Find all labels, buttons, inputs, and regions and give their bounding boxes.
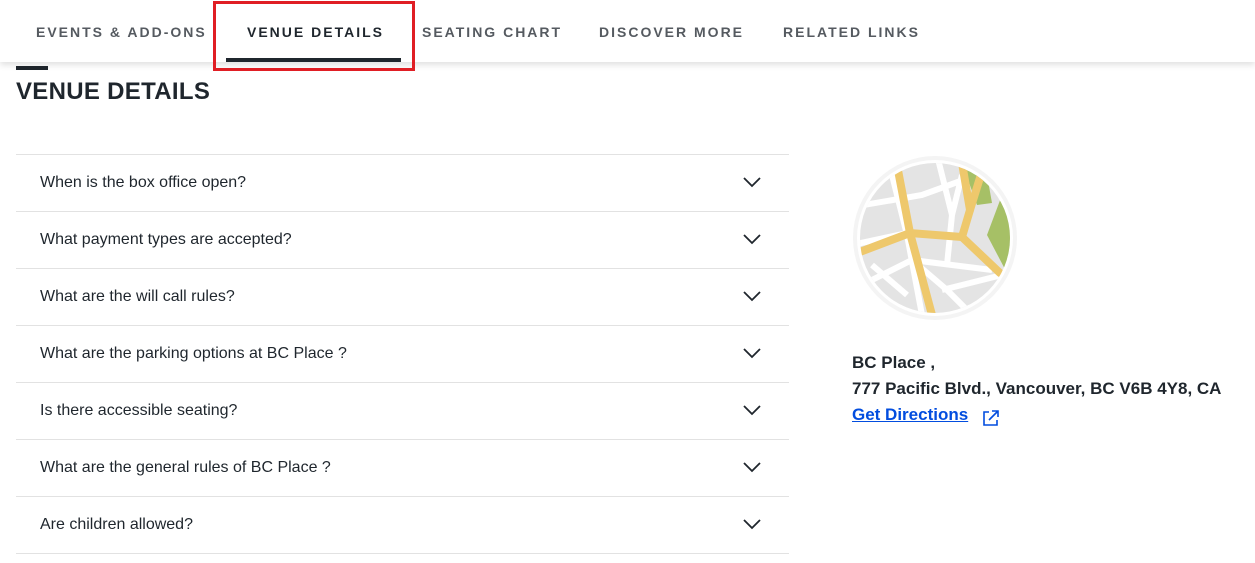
external-link-icon[interactable] bbox=[981, 409, 1000, 428]
faq-item[interactable]: What are the general rules of BC Place ? bbox=[16, 440, 789, 497]
faq-question: When is the box office open? bbox=[40, 174, 247, 191]
faq-item[interactable]: Is there accessible seating? bbox=[16, 383, 789, 440]
tab-seating-chart[interactable]: SEATING CHART bbox=[422, 0, 562, 62]
faq-question: What are the general rules of BC Place ? bbox=[40, 459, 331, 476]
faq-item[interactable]: What payment types are accepted? bbox=[16, 212, 789, 269]
get-directions-link[interactable]: Get Directions bbox=[852, 405, 968, 425]
faq-question: What are the parking options at BC Place… bbox=[40, 345, 347, 362]
chevron-down-icon[interactable] bbox=[743, 176, 761, 188]
chevron-down-icon[interactable] bbox=[743, 518, 761, 530]
tab-related-links[interactable]: RELATED LINKS bbox=[783, 0, 920, 62]
faq-item[interactable]: When is the box office open? bbox=[16, 155, 789, 212]
faq-accordion: When is the box office open? What paymen… bbox=[16, 154, 789, 554]
map-icon[interactable] bbox=[852, 155, 1018, 321]
tab-bar: EVENTS & ADD-ONS VENUE DETAILS SEATING C… bbox=[0, 0, 1255, 62]
section-title: VENUE DETAILS bbox=[16, 78, 211, 105]
section-accent-bar bbox=[16, 66, 48, 70]
faq-question: Is there accessible seating? bbox=[40, 402, 238, 419]
faq-question: What payment types are accepted? bbox=[40, 231, 292, 248]
faq-item[interactable]: What are the parking options at BC Place… bbox=[16, 326, 789, 383]
active-tab-indicator bbox=[226, 58, 401, 62]
faq-question: Are children allowed? bbox=[40, 516, 193, 533]
venue-address: 777 Pacific Blvd., Vancouver, BC V6B 4Y8… bbox=[852, 379, 1222, 398]
faq-item[interactable]: Are children allowed? bbox=[16, 497, 789, 554]
venue-name: BC Place , bbox=[852, 353, 936, 372]
chevron-down-icon[interactable] bbox=[743, 404, 761, 416]
tab-events-add-ons[interactable]: EVENTS & ADD-ONS bbox=[36, 0, 207, 62]
chevron-down-icon[interactable] bbox=[743, 461, 761, 473]
faq-question: What are the will call rules? bbox=[40, 288, 235, 305]
faq-item[interactable]: What are the will call rules? bbox=[16, 269, 789, 326]
tab-venue-details[interactable]: VENUE DETAILS bbox=[247, 0, 384, 62]
tab-discover-more[interactable]: DISCOVER MORE bbox=[599, 0, 744, 62]
chevron-down-icon[interactable] bbox=[743, 290, 761, 302]
chevron-down-icon[interactable] bbox=[743, 347, 761, 359]
chevron-down-icon[interactable] bbox=[743, 233, 761, 245]
